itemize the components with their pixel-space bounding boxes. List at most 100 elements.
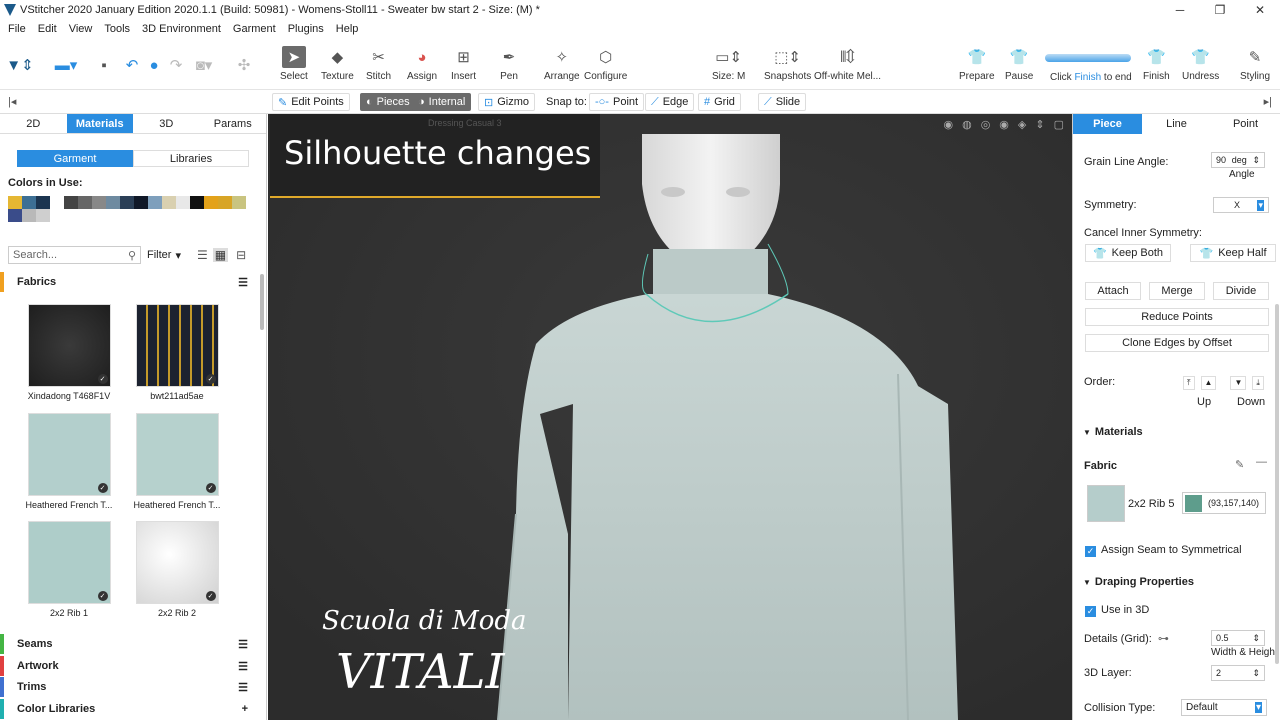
- menu-plugins[interactable]: Plugins: [284, 23, 332, 35]
- avatar-icon[interactable]: ◎: [981, 118, 991, 131]
- undo-button[interactable]: ↶: [120, 54, 144, 76]
- fabric-tile[interactable]: ✓ 2x2 Rib 1: [19, 521, 119, 618]
- bring-to-front-icon[interactable]: ⤒: [1183, 376, 1195, 390]
- prepare-button[interactable]: 👕 Prepare: [959, 46, 995, 82]
- subtab-libraries[interactable]: Libraries: [133, 150, 249, 167]
- scrollbar-thumb[interactable]: [1275, 304, 1279, 664]
- color-swatch[interactable]: [92, 196, 106, 209]
- menu-view[interactable]: View: [65, 23, 101, 35]
- save-button[interactable]: ▪: [92, 54, 116, 76]
- scrollbar-thumb[interactable]: [260, 274, 264, 330]
- color-swatch[interactable]: [162, 196, 176, 209]
- menu-help[interactable]: Help: [332, 23, 367, 35]
- assign-seam-checkbox[interactable]: ✓ Assign Seam to Symmetrical: [1085, 544, 1242, 557]
- list-view-icon[interactable]: ☰: [197, 248, 208, 262]
- search-input[interactable]: Search... ⚲: [8, 246, 141, 264]
- color-swatch[interactable]: [50, 196, 64, 209]
- camera-icon[interactable]: ◉: [943, 118, 953, 131]
- maximize-button[interactable]: ❐: [1200, 0, 1240, 20]
- color-swatch[interactable]: [232, 196, 246, 209]
- tab-materials[interactable]: Materials: [66, 114, 133, 133]
- snap-edge-toggle[interactable]: ⟋ Edge: [645, 93, 695, 111]
- tab-2d[interactable]: 2D: [0, 114, 67, 133]
- styling-button[interactable]: ✎ Styling: [1240, 46, 1270, 82]
- add-icon[interactable]: +: [242, 703, 248, 715]
- materials-section-header[interactable]: ▼ Materials: [1083, 426, 1143, 438]
- send-to-back-icon[interactable]: ⤓: [1252, 376, 1264, 390]
- subtab-garment[interactable]: Garment: [17, 150, 133, 167]
- color-swatch[interactable]: [190, 196, 204, 209]
- menu-3d-environment[interactable]: 3D Environment: [138, 23, 229, 35]
- gizmo-toggle[interactable]: ⊡ Gizmo: [478, 93, 535, 111]
- edit-points-button[interactable]: ✎ Edit Points: [272, 93, 350, 111]
- color-swatch[interactable]: [106, 196, 120, 209]
- move-down-icon[interactable]: ▼: [1230, 376, 1247, 390]
- 3d-viewport[interactable]: Silhouette changes Dressing Casual 3 ◉ ◍ ◎…: [268, 114, 1072, 720]
- color-swatch[interactable]: [134, 196, 148, 209]
- color-libraries-section-header[interactable]: Color Libraries +: [0, 699, 258, 719]
- internal-toggle[interactable]: ◑ Internal: [412, 93, 472, 111]
- reduce-points-button[interactable]: Reduce Points: [1085, 308, 1269, 326]
- snap-point-toggle[interactable]: -○- Point: [589, 93, 645, 111]
- texture-tool[interactable]: ◆ Texture: [321, 46, 354, 82]
- finish-button[interactable]: 👕 Finish: [1143, 46, 1170, 82]
- arrange-tool[interactable]: ✧ Arrange: [544, 46, 580, 82]
- scroll-arrows-icon[interactable]: ⇕: [1035, 118, 1044, 131]
- link-icon[interactable]: ⊶: [1158, 633, 1169, 645]
- use-in-3d-checkbox[interactable]: ✓ Use in 3D: [1085, 604, 1149, 617]
- fabric-tile[interactable]: ✓ Heathered French T...: [127, 413, 227, 510]
- menu-file[interactable]: File: [4, 23, 34, 35]
- open-button[interactable]: ▬▾: [54, 54, 78, 76]
- fabric-tile[interactable]: ✓ Heathered French T...: [19, 413, 119, 510]
- fabric-tile[interactable]: ✓ Xindadong T468F1V: [19, 304, 119, 401]
- tab-piece[interactable]: Piece: [1073, 114, 1142, 134]
- fabric-tile[interactable]: ✓ bwt211ad5ae: [127, 304, 227, 401]
- fabric-color-chip[interactable]: (93,157,140): [1182, 492, 1266, 514]
- menu-icon[interactable]: ☰: [238, 276, 248, 289]
- trims-section-header[interactable]: Trims ☰: [0, 677, 258, 697]
- menu-icon[interactable]: ☰: [238, 638, 248, 651]
- logo-dropdown[interactable]: ▼⇕: [6, 54, 33, 76]
- pen-tool[interactable]: ✒ Pen: [497, 46, 521, 82]
- snap-grid-toggle[interactable]: # Grid: [698, 93, 741, 111]
- artwork-section-header[interactable]: Artwork ☰: [0, 656, 258, 676]
- redo-button[interactable]: ↷: [164, 54, 188, 76]
- camera-button[interactable]: ◙▾: [192, 54, 216, 76]
- menu-icon[interactable]: ☰: [238, 681, 248, 694]
- keep-both-button[interactable]: 👕 Keep Both: [1085, 244, 1171, 262]
- fabric-tile[interactable]: ✓ 2x2 Rib 2: [127, 521, 227, 618]
- color-swatch[interactable]: [204, 196, 218, 209]
- render-icon[interactable]: ◈: [1018, 118, 1026, 131]
- grain-angle-input[interactable]: 90 deg ⇕: [1211, 152, 1265, 168]
- slide-toggle[interactable]: ⟋ Slide: [758, 93, 807, 111]
- color-swatch[interactable]: [22, 209, 36, 222]
- color-swatch[interactable]: [36, 196, 50, 209]
- tab-3d[interactable]: 3D: [133, 114, 200, 133]
- color-swatch[interactable]: [36, 209, 50, 222]
- details-grid-input[interactable]: 0.5 ⇕: [1211, 630, 1265, 646]
- menu-garment[interactable]: Garment: [229, 23, 284, 35]
- view-icon[interactable]: ◉: [999, 118, 1009, 131]
- color-swatch[interactable]: [8, 209, 22, 222]
- color-swatch[interactable]: [8, 196, 22, 209]
- color-swatch[interactable]: [22, 196, 36, 209]
- move-up-icon[interactable]: ▲: [1200, 376, 1217, 390]
- menu-edit[interactable]: Edit: [34, 23, 65, 35]
- lighting-icon[interactable]: ◍: [962, 118, 972, 131]
- expand-icon[interactable]: ▢: [1054, 118, 1064, 131]
- color-swatch[interactable]: [148, 196, 162, 209]
- draping-section-header[interactable]: ▼ Draping Properties: [1083, 576, 1194, 588]
- clone-edges-button[interactable]: Clone Edges by Offset: [1085, 334, 1269, 352]
- collapse-left-icon[interactable]: |◂: [8, 95, 16, 108]
- divide-button[interactable]: Divide: [1213, 282, 1269, 300]
- edit-pencil-icon[interactable]: ✎: [1235, 458, 1244, 471]
- color-swatch[interactable]: [64, 196, 78, 209]
- history-button[interactable]: ●: [142, 54, 166, 76]
- pause-button[interactable]: 👕 Pause: [1005, 46, 1033, 82]
- menu-tools[interactable]: Tools: [100, 23, 138, 35]
- color-swatch[interactable]: [120, 196, 134, 209]
- color-swatch[interactable]: [176, 196, 190, 209]
- minus-icon[interactable]: —: [1256, 456, 1267, 468]
- grid-view-icon[interactable]: ▦: [212, 248, 229, 262]
- filter-dropdown[interactable]: Filter ▾: [147, 249, 181, 262]
